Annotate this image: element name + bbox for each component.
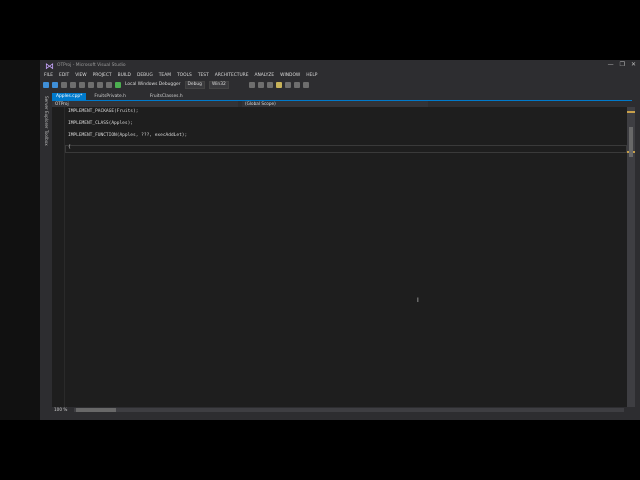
server-explorer-tab[interactable]: Server Explorer [41, 96, 49, 129]
bookmark-prev-icon[interactable] [284, 81, 291, 88]
tab-apples-cpp[interactable]: Apples.cpp* [52, 93, 87, 100]
left-tool-strip: Server Explorer Toolbox [40, 90, 50, 410]
forward-icon[interactable] [52, 81, 58, 88]
debugger-button[interactable]: Local Windows Debugger [125, 82, 181, 87]
bookmark-icon[interactable] [275, 81, 282, 88]
platform-select[interactable]: Win32 [208, 80, 229, 89]
zoom-level[interactable]: 100 % [54, 407, 67, 413]
vertical-scrollbar[interactable] [627, 107, 635, 407]
vertical-scroll-thumb[interactable] [629, 127, 633, 157]
bookmark-next-icon[interactable] [293, 81, 300, 88]
document-tabs: Apples.cpp* FruitsPrivate.h FruitsClasse… [52, 93, 191, 100]
code-line-2: IMPLEMENT_CLASS(Apples); [68, 121, 134, 126]
menu-analyze[interactable]: ANALYZE [255, 72, 275, 79]
uncomment-icon[interactable] [266, 81, 273, 88]
comment-icon[interactable] [257, 81, 264, 88]
bookmark-clear-icon[interactable] [302, 81, 309, 88]
back-icon[interactable] [43, 81, 49, 88]
visual-studio-window: ⋈ OTProj - Microsoft Visual Studio — ❐ ✕… [40, 60, 640, 420]
menu-file[interactable]: FILE [44, 72, 53, 79]
menu-build[interactable]: BUILD [118, 72, 131, 79]
scroll-change-mark [627, 111, 635, 113]
code-line-3: IMPLEMENT_FUNCTION(Apples, ???, execAddL… [68, 133, 188, 138]
standard-toolbar: Local Windows Debugger Debug Win32 [40, 80, 640, 89]
redo-icon[interactable] [106, 81, 112, 88]
title-bar: ⋈ OTProj - Microsoft Visual Studio — ❐ ✕ [40, 60, 640, 72]
menu-project[interactable]: PROJECT [93, 72, 112, 79]
menu-edit[interactable]: EDIT [59, 72, 69, 79]
find-icon[interactable] [248, 81, 255, 88]
menu-debug[interactable]: DEBUG [137, 72, 153, 79]
code-line-1: IMPLEMENT_PACKAGE(Fruits); [68, 109, 139, 114]
menu-view[interactable]: VIEW [75, 72, 86, 79]
configuration-select[interactable]: Debug [184, 80, 205, 89]
mouse-cursor-icon: I [417, 297, 419, 304]
code-editor[interactable]: IMPLEMENT_PACKAGE(Fruits); IMPLEMENT_CLA… [52, 107, 627, 407]
window-title: OTProj - Microsoft Visual Studio [57, 63, 126, 68]
visual-studio-logo-icon: ⋈ [45, 62, 54, 72]
menu-bar: FILE EDIT VIEW PROJECT BUILD DEBUG TEAM … [40, 72, 640, 79]
editor-gutter [52, 107, 65, 407]
undo-icon[interactable] [97, 81, 103, 88]
desktop-left-area [0, 60, 40, 420]
right-tool-strip [636, 90, 640, 410]
start-debug-icon[interactable] [115, 81, 121, 88]
open-file-icon[interactable] [70, 81, 76, 88]
horizontal-scroll-thumb[interactable] [76, 408, 116, 412]
tab-fruitsprivate-h[interactable]: FruitsPrivate.h [90, 93, 130, 100]
editor-status-row: 100 % [52, 407, 627, 413]
save-icon[interactable] [79, 81, 85, 88]
window-controls: — ❐ ✕ [608, 61, 636, 68]
toolbox-tab[interactable]: Toolbox [41, 130, 49, 146]
horizontal-scrollbar[interactable] [74, 408, 624, 412]
restore-button[interactable]: ❐ [620, 61, 625, 68]
tab-fruitsclasses-h[interactable]: FruitsClasses.h [146, 93, 187, 100]
minimize-button[interactable]: — [608, 61, 614, 68]
menu-window[interactable]: WINDOW [280, 72, 300, 79]
close-button[interactable]: ✕ [631, 61, 636, 68]
menu-architecture[interactable]: ARCHITECTURE [215, 72, 249, 79]
current-line-highlight [65, 145, 627, 153]
new-project-icon[interactable] [61, 81, 67, 88]
status-bar [40, 414, 640, 420]
save-all-icon[interactable] [88, 81, 94, 88]
menu-help[interactable]: HELP [306, 72, 317, 79]
menu-tools[interactable]: TOOLS [177, 72, 192, 79]
code-line-4: { [68, 145, 71, 150]
menu-test[interactable]: TEST [198, 72, 209, 79]
menu-team[interactable]: TEAM [159, 72, 171, 79]
